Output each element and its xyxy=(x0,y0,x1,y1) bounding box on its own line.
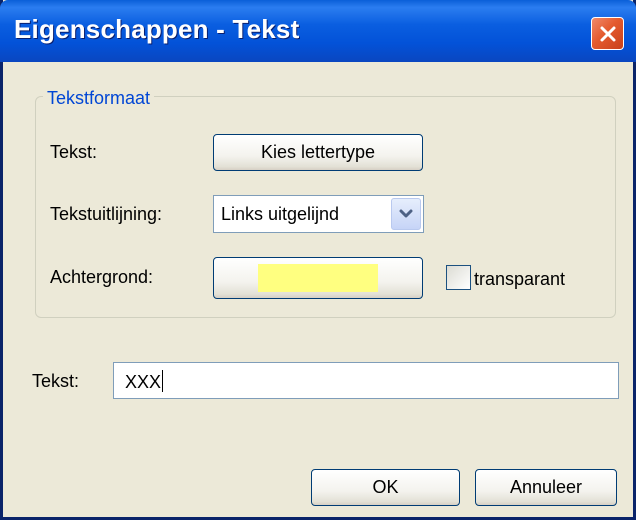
cancel-button-label: Annuleer xyxy=(509,477,583,497)
transparent-label[interactable]: transparant xyxy=(474,268,565,290)
title-bar[interactable]: Eigenschappen - Tekst xyxy=(0,0,636,62)
chevron-down-icon xyxy=(399,209,413,218)
close-icon xyxy=(600,26,615,41)
dialog-window: Eigenschappen - Tekst Tekstformaat Tekst… xyxy=(0,0,636,520)
text-input-text: XXX xyxy=(125,372,162,392)
text-input[interactable]: XXX xyxy=(113,362,619,399)
transparent-checkbox[interactable] xyxy=(446,265,471,290)
group-legend: Tekstformaat xyxy=(43,88,155,108)
ok-button-label: OK xyxy=(372,477,399,497)
background-color-swatch xyxy=(258,264,378,292)
alignment-label: Tekstuitlijning: xyxy=(50,204,163,224)
choose-font-button[interactable]: Kies lettertype xyxy=(213,134,423,171)
background-color-button[interactable] xyxy=(213,257,423,299)
text-font-label: Tekst: xyxy=(50,142,98,162)
close-button[interactable] xyxy=(591,17,624,50)
choose-font-button-label: Kies lettertype xyxy=(260,142,376,162)
ok-button[interactable]: OK xyxy=(311,469,460,506)
text-caret xyxy=(162,370,164,392)
alignment-dropdown-button[interactable] xyxy=(391,198,421,230)
text-field-label: Tekst: xyxy=(32,371,80,391)
alignment-select-value: Links uitgelijnd xyxy=(221,204,340,224)
background-label: Achtergrond: xyxy=(50,267,154,287)
window-title: Eigenschappen - Tekst xyxy=(14,14,300,44)
alignment-select[interactable]: Links uitgelijnd xyxy=(213,195,424,233)
cancel-button[interactable]: Annuleer xyxy=(475,469,617,506)
text-input-value: XXX xyxy=(125,370,164,393)
